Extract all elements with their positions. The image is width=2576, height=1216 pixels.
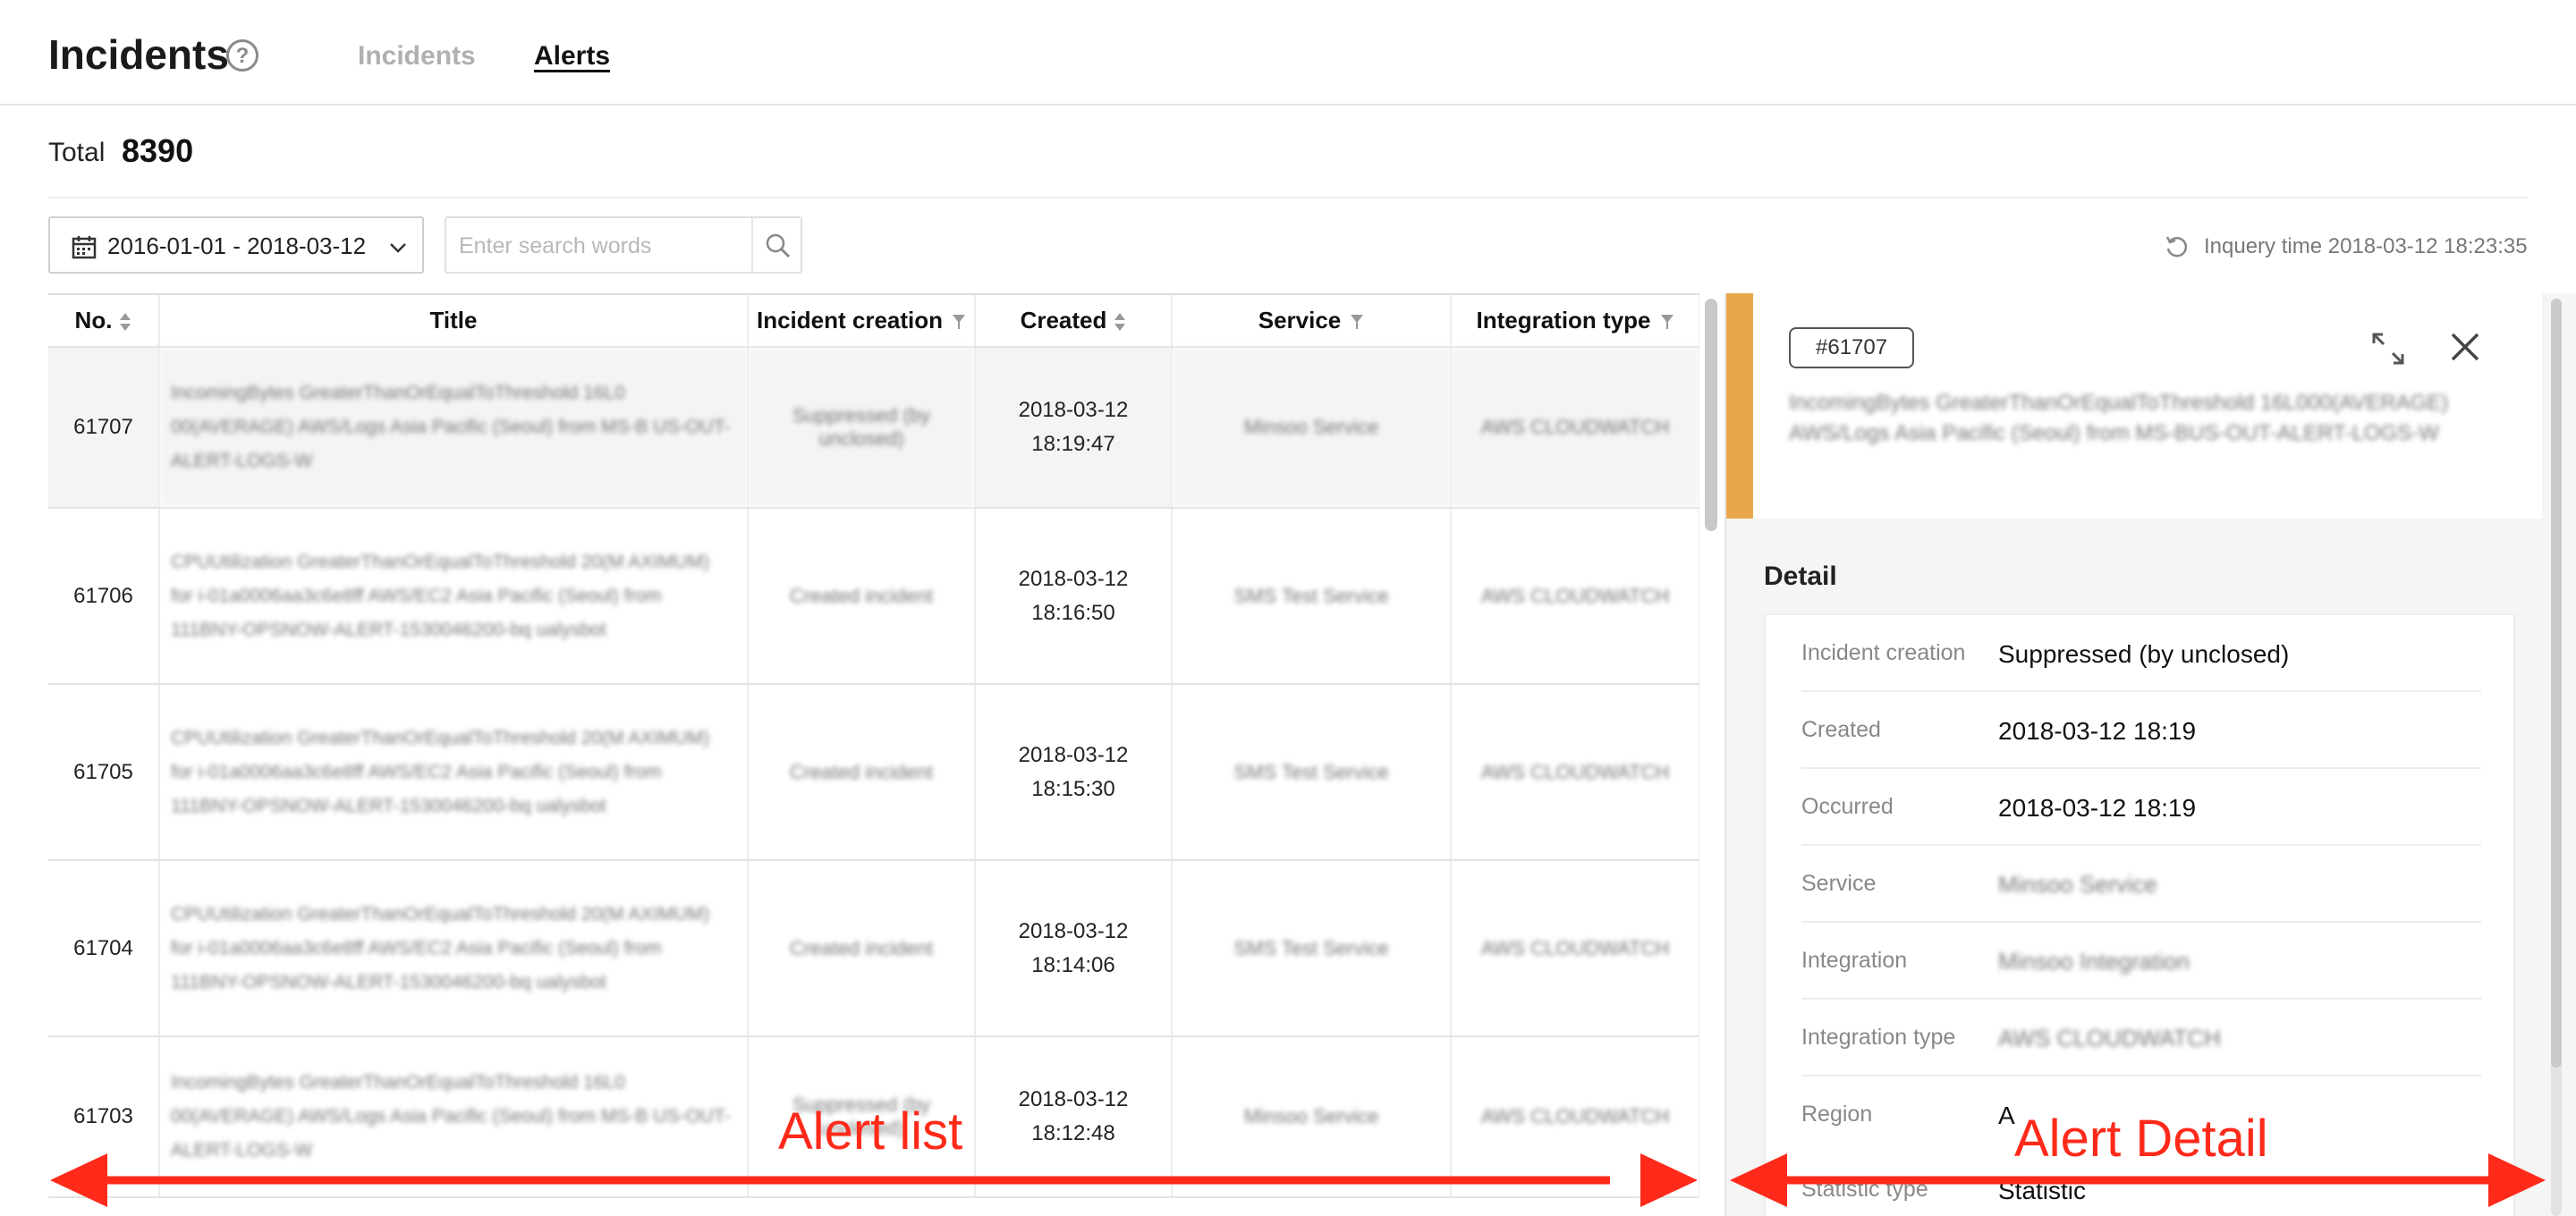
table-row[interactable]: 61705 CPUUtilization GreaterThanOrEqualT… <box>48 684 1699 861</box>
detail-section-heading: Detail <box>1764 562 1837 591</box>
column-header-incident-creation[interactable]: Incident creation <box>748 295 976 348</box>
detail-scrollbar-thumb[interactable] <box>2551 299 2562 1068</box>
incident-id-badge: #61707 <box>1789 327 1915 368</box>
detail-label: Integration <box>1801 948 1908 973</box>
detail-value: Statistic <box>1998 1177 2087 1204</box>
search-box <box>445 216 802 274</box>
detail-row-created: Created 2018-03-12 18:19 <box>1801 692 2481 769</box>
total-label: Total <box>48 138 106 167</box>
detail-value: Minsoo Integration <box>1998 948 2190 975</box>
cell-service: Minsoo Service <box>1172 1036 1452 1198</box>
page-title: Incidents <box>48 31 229 78</box>
cell-title: CPUUtilization GreaterThanOrEqualToThres… <box>159 508 749 685</box>
detail-value: Suppressed (by unclosed) <box>1998 640 2290 668</box>
table-scrollbar[interactable] <box>1705 299 1717 531</box>
alert-detail-panel: #61707 IncomingBytes GreaterThanOrEqualT… <box>1724 293 2576 1216</box>
top-bar: Incidents ? Incidents Alerts <box>0 0 2576 106</box>
chevron-down-icon <box>390 243 406 253</box>
cell-integration-type: AWS CLOUDWATCH <box>1451 684 1699 861</box>
detail-label: Integration type <box>1801 1025 1956 1050</box>
detail-row-integration-type: Integration type AWS CLOUDWATCH <box>1801 1000 2481 1077</box>
column-header-created[interactable]: Created <box>975 295 1173 348</box>
help-icon[interactable]: ? <box>226 39 258 72</box>
detail-label: Statistic type <box>1801 1177 1928 1202</box>
column-header-no[interactable]: No. <box>48 295 160 348</box>
cell-no: 61707 <box>48 347 160 509</box>
detail-label: Created <box>1801 717 1881 742</box>
cell-created: 2018-03-12 18:15:30 <box>975 684 1173 861</box>
status-accent-bar <box>1726 293 1753 519</box>
cell-title: IncomingBytes GreaterThanOrEqualToThresh… <box>159 1036 749 1198</box>
divider <box>48 197 2528 198</box>
search-icon[interactable] <box>765 232 792 259</box>
search-input[interactable] <box>459 229 745 263</box>
filter-icon <box>953 315 966 330</box>
cell-integration-type: AWS CLOUDWATCH <box>1451 860 1699 1037</box>
alert-list-table: No. Title Incident creation Created Serv… <box>48 293 1699 1216</box>
cell-integration-type: AWS CLOUDWATCH <box>1451 508 1699 685</box>
detail-row-integration: Integration Minsoo Integration <box>1801 923 2481 1000</box>
cell-service: SMS Test Service <box>1172 860 1452 1037</box>
filter-icon <box>1351 315 1364 330</box>
cell-no: 61704 <box>48 860 160 1037</box>
cell-no: 61705 <box>48 684 160 861</box>
detail-row-incident-creation: Incident creation Suppressed (by unclose… <box>1801 615 2481 692</box>
sort-icon <box>1114 313 1126 332</box>
inquiry-time: Inquery time 2018-03-12 18:23:35 <box>2204 234 2528 258</box>
close-icon[interactable] <box>2449 331 2481 363</box>
column-header-service[interactable]: Service <box>1172 295 1452 348</box>
cell-incident-creation: Suppressed (by unclosed) <box>748 347 976 509</box>
detail-value: A <box>1998 1102 2015 1129</box>
cell-created: 2018-03-12 18:14:06 <box>975 860 1173 1037</box>
date-range-picker[interactable]: 2016-01-01 - 2018-03-12 <box>48 216 424 274</box>
column-header-title: Title <box>159 295 749 348</box>
date-range-value: 2016-01-01 - 2018-03-12 <box>107 232 367 259</box>
detail-row-service: Service Minsoo Service <box>1801 846 2481 923</box>
detail-value: Minsoo Service <box>1998 871 2157 898</box>
cell-no: 61706 <box>48 508 160 685</box>
refresh-icon[interactable] <box>2165 234 2190 259</box>
detail-label: Service <box>1801 871 1877 896</box>
table-row[interactable]: 61704 CPUUtilization GreaterThanOrEqualT… <box>48 860 1699 1037</box>
table-row[interactable]: 61707 IncomingBytes GreaterThanOrEqualTo… <box>48 347 1699 509</box>
tab-incidents[interactable]: Incidents <box>358 41 476 72</box>
detail-label: Region <box>1801 1102 1873 1127</box>
table-row[interactable]: 61706 CPUUtilization GreaterThanOrEqualT… <box>48 508 1699 685</box>
cell-no: 61703 <box>48 1036 160 1198</box>
detail-value: 2018-03-12 18:19 <box>1998 717 2197 745</box>
calendar-icon <box>72 236 97 259</box>
column-header-integration-type[interactable]: Integration type <box>1451 295 1699 348</box>
cell-created: 2018-03-12 18:19:47 <box>975 347 1173 509</box>
tab-alerts[interactable]: Alerts <box>534 41 610 72</box>
filter-icon <box>1660 315 1674 330</box>
cell-integration-type: AWS CLOUDWATCH <box>1451 1036 1699 1198</box>
cell-service: SMS Test Service <box>1172 684 1452 861</box>
cell-incident-creation: Created incident <box>748 508 976 685</box>
cell-title: CPUUtilization GreaterThanOrEqualToThres… <box>159 860 749 1037</box>
cell-service: Minsoo Service <box>1172 347 1452 509</box>
detail-label: Incident creation <box>1801 640 1966 665</box>
annotation-alert-list: Alert list <box>778 1102 963 1161</box>
cell-title: IncomingBytes GreaterThanOrEqualToThresh… <box>159 347 749 509</box>
detail-value: 2018-03-12 18:19 <box>1998 794 2197 822</box>
cell-title: CPUUtilization GreaterThanOrEqualToThres… <box>159 684 749 861</box>
cell-integration-type: AWS CLOUDWATCH <box>1451 347 1699 509</box>
detail-label: Occurred <box>1801 794 1894 819</box>
expand-icon[interactable] <box>2370 331 2406 367</box>
detail-value: AWS CLOUDWATCH <box>1998 1025 2221 1051</box>
cell-incident-creation: Created incident <box>748 684 976 861</box>
sort-icon <box>120 313 131 332</box>
annotation-alert-detail: Alert Detail <box>2014 1110 2268 1168</box>
cell-service: SMS Test Service <box>1172 508 1452 685</box>
cell-created: 2018-03-12 18:12:48 <box>975 1036 1173 1198</box>
detail-header: #61707 IncomingBytes GreaterThanOrEqualT… <box>1726 293 2542 519</box>
divider <box>751 218 753 272</box>
total-count: 8390 <box>122 132 194 169</box>
detail-row-occurred: Occurred 2018-03-12 18:19 <box>1801 769 2481 846</box>
cell-created: 2018-03-12 18:16:50 <box>975 508 1173 685</box>
cell-incident-creation: Created incident <box>748 860 976 1037</box>
detail-title: IncomingBytes GreaterThanOrEqualToThresh… <box>1789 391 2449 445</box>
